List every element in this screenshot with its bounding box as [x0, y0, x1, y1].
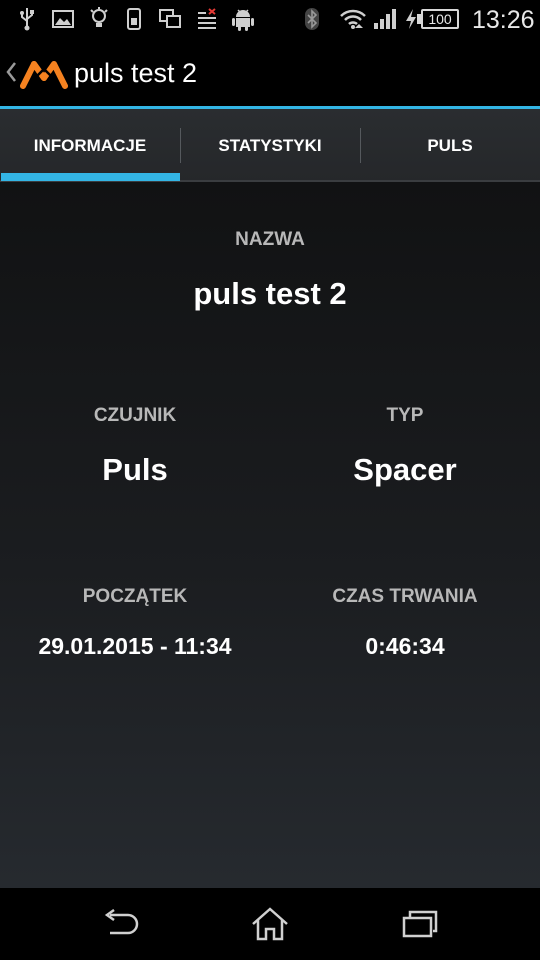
bluetooth-icon	[302, 7, 322, 31]
tab-label: INFORMACJE	[33, 135, 147, 155]
back-icon	[104, 909, 139, 935]
clock: 13:26	[472, 6, 535, 34]
bulb-icon	[88, 7, 110, 31]
name-value: puls test 2	[193, 276, 347, 311]
navigation-bar	[0, 888, 540, 960]
start-label: POCZĄTEK	[82, 586, 188, 607]
app-logo-icon	[20, 61, 68, 89]
selected-tab-indicator	[1, 173, 180, 181]
tab-statystyki[interactable]: STATYSTYKI	[180, 109, 360, 182]
image-icon	[50, 7, 76, 31]
recents-button[interactable]	[360, 888, 480, 960]
screens-icon	[158, 7, 182, 31]
type-value: Spacer	[353, 452, 457, 487]
tab-label: PULS	[427, 135, 473, 155]
signal-icon	[372, 7, 398, 31]
action-bar: puls test 2	[0, 38, 540, 106]
android-icon	[230, 7, 256, 31]
phone-icon	[124, 7, 144, 31]
recents-icon	[402, 910, 438, 938]
duration-label: CZAS TRWANIA	[332, 586, 478, 607]
back-button[interactable]	[60, 888, 180, 960]
screen: 100 13:26 puls test 2 INFORMACJE STATYST…	[0, 0, 540, 960]
tab-informacje[interactable]: INFORMACJE	[0, 109, 180, 182]
home-icon	[252, 907, 288, 941]
tab-bar: INFORMACJE STATYSTYKI PULS	[0, 109, 540, 182]
info-panel: NAZWA puls test 2 CZUJNIK Puls TYP Space…	[0, 182, 540, 888]
usb-icon	[14, 7, 40, 31]
up-button[interactable]	[0, 38, 70, 106]
tab-label: STATYSTYKI	[218, 135, 322, 155]
name-label: NAZWA	[235, 229, 305, 250]
wifi-icon	[338, 7, 368, 31]
type-label: TYP	[386, 405, 424, 426]
tab-puls[interactable]: PULS	[360, 109, 540, 182]
sensor-value: Puls	[102, 452, 168, 487]
sensor-label: CZUJNIK	[93, 405, 177, 426]
chevron-left-icon	[6, 62, 16, 82]
duration-value: 0:46:34	[365, 633, 445, 659]
status-bar: 100 13:26	[0, 0, 540, 38]
app-title: puls test 2	[74, 58, 198, 88]
home-button[interactable]	[210, 888, 330, 960]
start-value: 29.01.2015 - 11:34	[38, 633, 232, 659]
notification-x-icon	[196, 7, 218, 31]
battery-icon: 100	[421, 9, 459, 29]
battery-level: 100	[428, 11, 452, 27]
